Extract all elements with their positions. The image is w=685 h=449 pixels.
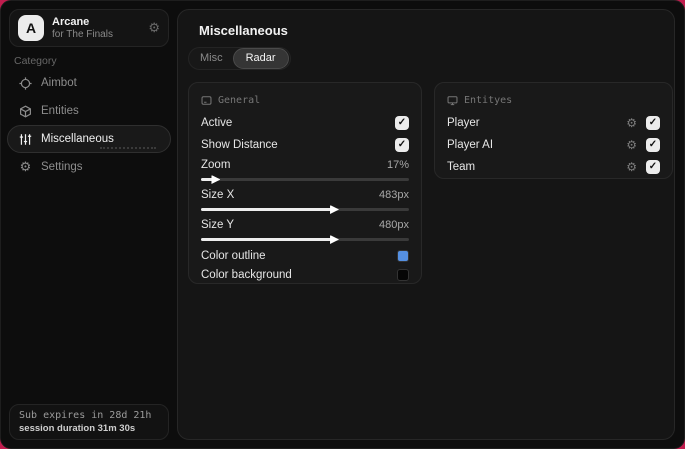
app-name: Arcane	[52, 15, 90, 28]
toggle-label: Show Distance	[201, 139, 278, 151]
general-card: General Active ✓ Show Distance ✓ Zoom 17…	[188, 82, 422, 284]
crosshair-icon	[18, 76, 33, 91]
sidebar-nav: Aimbot Entities Miscellaneous ⚙ Settings	[7, 69, 171, 181]
selection-dots-decoration	[100, 147, 156, 149]
size-y-slider[interactable]	[201, 235, 409, 244]
color-label: Color background	[201, 268, 292, 281]
slider-thumb[interactable]	[330, 235, 340, 244]
sidebar-item-settings[interactable]: ⚙ Settings	[7, 153, 171, 181]
entity-row-team: Team ⚙ ✓	[447, 156, 660, 178]
sidebar-item-entities[interactable]: Entities	[7, 97, 171, 125]
toggle-row-show-distance: Show Distance ✓	[201, 134, 409, 156]
sidebar-item-label: Miscellaneous	[41, 133, 114, 145]
slider-label: Size Y	[201, 219, 235, 231]
general-card-title: General	[218, 94, 261, 106]
tab-bar: Misc Radar	[188, 47, 291, 70]
toggle-label: Active	[201, 117, 233, 129]
sub-expires-text: Sub expires in 28d 21h	[19, 410, 152, 421]
player-ai-gear-icon[interactable]: ⚙	[626, 138, 637, 152]
background-color-swatch[interactable]	[397, 268, 409, 281]
session-duration-text: session duration 31m 30s	[19, 423, 136, 434]
sliders-icon	[18, 132, 33, 147]
color-label: Color outline	[201, 249, 266, 262]
monitor-icon	[447, 95, 458, 106]
entity-label: Team	[447, 161, 476, 173]
slider-thumb[interactable]	[211, 175, 221, 184]
profile-card: A Arcane for The Finals ⚙	[9, 9, 169, 47]
entity-row-player-ai: Player AI ⚙ ✓	[447, 134, 660, 156]
active-checkbox[interactable]: ✓	[395, 116, 409, 130]
entity-label: Player AI	[447, 139, 494, 151]
color-row-outline: Color outline	[201, 246, 409, 265]
tab-misc[interactable]: Misc	[190, 49, 233, 68]
cube-icon	[18, 104, 33, 119]
player-checkbox[interactable]: ✓	[646, 116, 660, 130]
subscription-footer: Sub expires in 28d 21h session duration …	[9, 404, 169, 440]
show-distance-checkbox[interactable]: ✓	[395, 138, 409, 152]
page-title: Miscellaneous	[199, 23, 288, 38]
entities-card-title: Entityes	[464, 94, 513, 106]
player-ai-checkbox[interactable]: ✓	[646, 138, 660, 152]
zoom-slider[interactable]	[201, 175, 409, 184]
main-panel: Miscellaneous Misc Radar General Active …	[177, 9, 675, 440]
avatar: A	[18, 15, 44, 41]
profile-gear-icon[interactable]: ⚙	[148, 20, 160, 36]
size-x-slider[interactable]	[201, 205, 409, 214]
sidebar: A Arcane for The Finals ⚙ Category Aimbo…	[1, 1, 177, 448]
slider-value: 483px	[379, 189, 409, 201]
sidebar-item-label: Entities	[41, 105, 79, 117]
sidebar-item-label: Settings	[41, 161, 83, 173]
sidebar-item-miscellaneous[interactable]: Miscellaneous	[7, 125, 171, 153]
app-subtitle: for The Finals	[52, 28, 113, 40]
entity-row-player: Player ⚙ ✓	[447, 112, 660, 134]
sidebar-item-aimbot[interactable]: Aimbot	[7, 69, 171, 97]
category-label: Category	[14, 55, 57, 67]
color-row-background: Color background	[201, 265, 409, 284]
entity-label: Player	[447, 117, 480, 129]
gear-icon: ⚙	[19, 159, 32, 174]
toggle-row-active: Active ✓	[201, 112, 409, 134]
slider-label: Size X	[201, 189, 235, 201]
slider-value: 480px	[379, 219, 409, 231]
slider-group-size-y: Size Y 480px	[201, 216, 409, 244]
team-gear-icon[interactable]: ⚙	[626, 160, 637, 174]
player-gear-icon[interactable]: ⚙	[626, 116, 637, 130]
team-checkbox[interactable]: ✓	[646, 160, 660, 174]
entities-card: Entityes Player ⚙ ✓ Player AI ⚙ ✓ Team ⚙…	[434, 82, 673, 179]
slider-group-zoom: Zoom 17%	[201, 156, 409, 184]
sidebar-item-label: Aimbot	[41, 77, 77, 89]
slider-group-size-x: Size X 483px	[201, 186, 409, 214]
app-window: A Arcane for The Finals ⚙ Category Aimbo…	[0, 0, 685, 449]
slider-value: 17%	[386, 159, 409, 171]
terminal-icon	[201, 95, 212, 106]
slider-label: Zoom	[201, 159, 231, 171]
outline-color-swatch[interactable]	[397, 249, 409, 262]
tab-radar[interactable]: Radar	[232, 48, 289, 69]
slider-thumb[interactable]	[330, 205, 340, 214]
